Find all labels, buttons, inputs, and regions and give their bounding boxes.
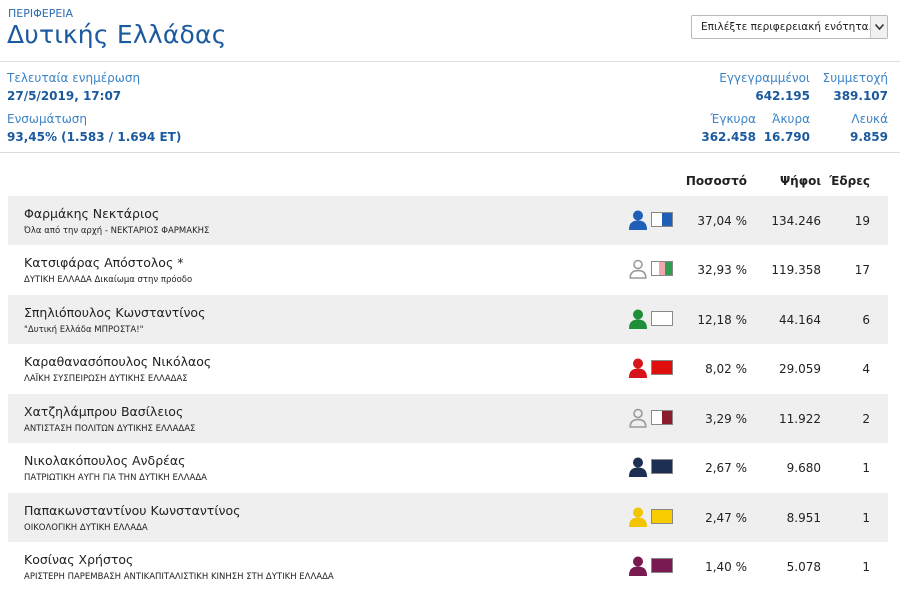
candidate-name: Σπηλιόπουλος Κωνσταντίνος <box>24 305 206 320</box>
registered-value: 642.195 <box>755 89 810 103</box>
page-header: ΠΕΡΙΦΕΡΕΙΑ Δυτικής Ελλάδας Επιλέξτε περι… <box>0 0 900 62</box>
last-update-value: 27/5/2019, 17:07 <box>7 89 122 103</box>
seat-count: 17 <box>854 263 870 277</box>
votes-column-header: Ψήφοι <box>779 174 821 188</box>
person-icon <box>629 358 647 378</box>
seat-count: 2 <box>862 412 870 426</box>
table-row[interactable]: Φαρμάκης Νεκτάριος Όλα από την αρχή - ΝΕ… <box>8 196 888 245</box>
party-name: ΠΑΤΡΙΩΤΙΚΗ ΑΥΓΗ ΓΙΑ ΤΗΝ ΔΥΤΙΚΗ ΕΛΛΑΔΑ <box>24 473 207 483</box>
vote-percentage: 2,47 % <box>705 511 747 525</box>
percent-column-header: Ποσοστό <box>685 174 747 188</box>
table-row[interactable]: Κοσίνας Χρήστος ΑΡΙΣΤΕΡΗ ΠΑΡΕΜΒΑΣΗ ΑΝΤΙΚ… <box>8 542 888 591</box>
vote-count: 119.358 <box>771 263 821 277</box>
seat-count: 4 <box>862 362 870 376</box>
person-outline-icon <box>629 259 647 279</box>
integration-value: 93,45% (1.583 / 1.694 ΕΤ) <box>7 130 182 144</box>
candidate-name: Φαρμάκης Νεκτάριος <box>24 206 160 221</box>
party-name: ΔΥΤΙΚΗ ΕΛΛΑΔΑ Δικαίωμα στην πρόοδο <box>24 275 193 285</box>
vote-count: 11.922 <box>779 412 821 426</box>
results-summary: Τελευταία ενημέρωση 27/5/2019, 17:07 Ενσ… <box>0 62 900 153</box>
vote-count: 5.078 <box>786 560 821 574</box>
person-icon <box>629 507 647 527</box>
person-icon <box>629 210 647 230</box>
candidate-name: Κοσίνας Χρήστος <box>24 552 134 567</box>
person-icon <box>629 556 647 576</box>
seat-count: 1 <box>862 461 870 475</box>
seats-column-header: Έδρες <box>829 174 870 188</box>
vote-count: 29.059 <box>779 362 821 376</box>
person-outline-icon <box>629 408 647 428</box>
party-name: ΟΙΚΟΛΟΓΙΚΗ ΔΥΤΙΚΗ ΕΛΛΑΔΑ <box>24 523 148 533</box>
regional-unit-select[interactable]: Επιλέξτε περιφερειακή ενότητα... <box>691 15 888 39</box>
regional-unit-select-value: Επιλέξτε περιφερειακή ενότητα... <box>701 21 879 33</box>
candidate-name: Κατσιφάρας Απόστολος * <box>24 255 184 270</box>
vote-percentage: 1,40 % <box>705 560 747 574</box>
table-row[interactable]: Χατζηλάμπρου Βασίλειος ΑΝΤΙΣΤΑΣΗ ΠΟΛΙΤΩΝ… <box>8 394 888 443</box>
vote-percentage: 37,04 % <box>697 214 747 228</box>
party-name: ΛΑΪΚΗ ΣΥΣΠΕΙΡΩΣΗ ΔΥΤΙΚΗΣ ΕΛΛΑΔΑΣ <box>24 374 188 384</box>
vote-count: 44.164 <box>779 313 821 327</box>
person-icon <box>629 457 647 477</box>
last-update-label: Τελευταία ενημέρωση <box>7 71 141 85</box>
party-name: Όλα από την αρχή - ΝΕΚΤΑΡΙΟΣ ΦΑΡΜΑΚΗΣ <box>24 226 210 236</box>
candidate-name: Παπακωνσταντίνου Κωνσταντίνος <box>24 503 241 518</box>
candidate-name: Καραθανασόπουλος Νικόλαος <box>24 354 212 369</box>
vote-percentage: 32,93 % <box>697 263 747 277</box>
turnout-value: 389.107 <box>833 89 888 103</box>
table-row[interactable]: Κατσιφάρας Απόστολος * ΔΥΤΙΚΗ ΕΛΛΑΔΑ Δικ… <box>8 245 888 294</box>
vote-percentage: 12,18 % <box>697 313 747 327</box>
party-name: ΑΡΙΣΤΕΡΗ ΠΑΡΕΜΒΑΣΗ ΑΝΤΙΚΑΠΙΤΑΛΙΣΤΙΚΗ ΚΙΝ… <box>24 572 334 582</box>
vote-percentage: 3,29 % <box>705 412 747 426</box>
table-row[interactable]: Καραθανασόπουλος Νικόλαος ΛΑΪΚΗ ΣΥΣΠΕΙΡΩ… <box>8 344 888 393</box>
registered-label: Εγγεγραμμένοι <box>719 71 810 85</box>
blank-label: Λευκά <box>851 112 888 126</box>
chevron-down-icon[interactable] <box>870 16 887 38</box>
invalid-label: Άκυρα <box>772 112 810 126</box>
party-name: "Δυτική Ελλάδα ΜΠΡΟΣΤΑ!" <box>24 325 144 335</box>
seat-count: 1 <box>862 560 870 574</box>
vote-percentage: 8,02 % <box>705 362 747 376</box>
table-row[interactable]: Σπηλιόπουλος Κωνσταντίνος "Δυτική Ελλάδα… <box>8 295 888 344</box>
invalid-value: 16.790 <box>763 130 810 144</box>
blank-value: 9.859 <box>850 130 888 144</box>
vote-count: 134.246 <box>771 214 821 228</box>
vote-count: 8.951 <box>786 511 821 525</box>
integration-label: Ενσωμάτωση <box>7 112 87 126</box>
candidate-name: Νικολακόπουλος Ανδρέας <box>24 453 186 468</box>
vote-count: 9.680 <box>786 461 821 475</box>
seat-count: 6 <box>862 313 870 327</box>
page-title: Δυτικής Ελλάδας <box>7 20 227 49</box>
party-name: ΑΝΤΙΣΤΑΣΗ ΠΟΛΙΤΩΝ ΔΥΤΙΚΗΣ ΕΛΛΑΔΑΣ <box>24 424 196 434</box>
candidate-name: Χατζηλάμπρου Βασίλειος <box>24 404 184 419</box>
turnout-label: Συμμετοχή <box>822 71 888 85</box>
person-icon <box>629 309 647 329</box>
seat-count: 1 <box>862 511 870 525</box>
vote-percentage: 2,67 % <box>705 461 747 475</box>
seat-count: 19 <box>854 214 870 228</box>
table-row[interactable]: Νικολακόπουλος Ανδρέας ΠΑΤΡΙΩΤΙΚΗ ΑΥΓΗ Γ… <box>8 443 888 492</box>
region-kicker: ΠΕΡΙΦΕΡΕΙΑ <box>8 7 74 20</box>
table-row[interactable]: Παπακωνσταντίνου Κωνσταντίνος ΟΙΚΟΛΟΓΙΚΗ… <box>8 493 888 542</box>
